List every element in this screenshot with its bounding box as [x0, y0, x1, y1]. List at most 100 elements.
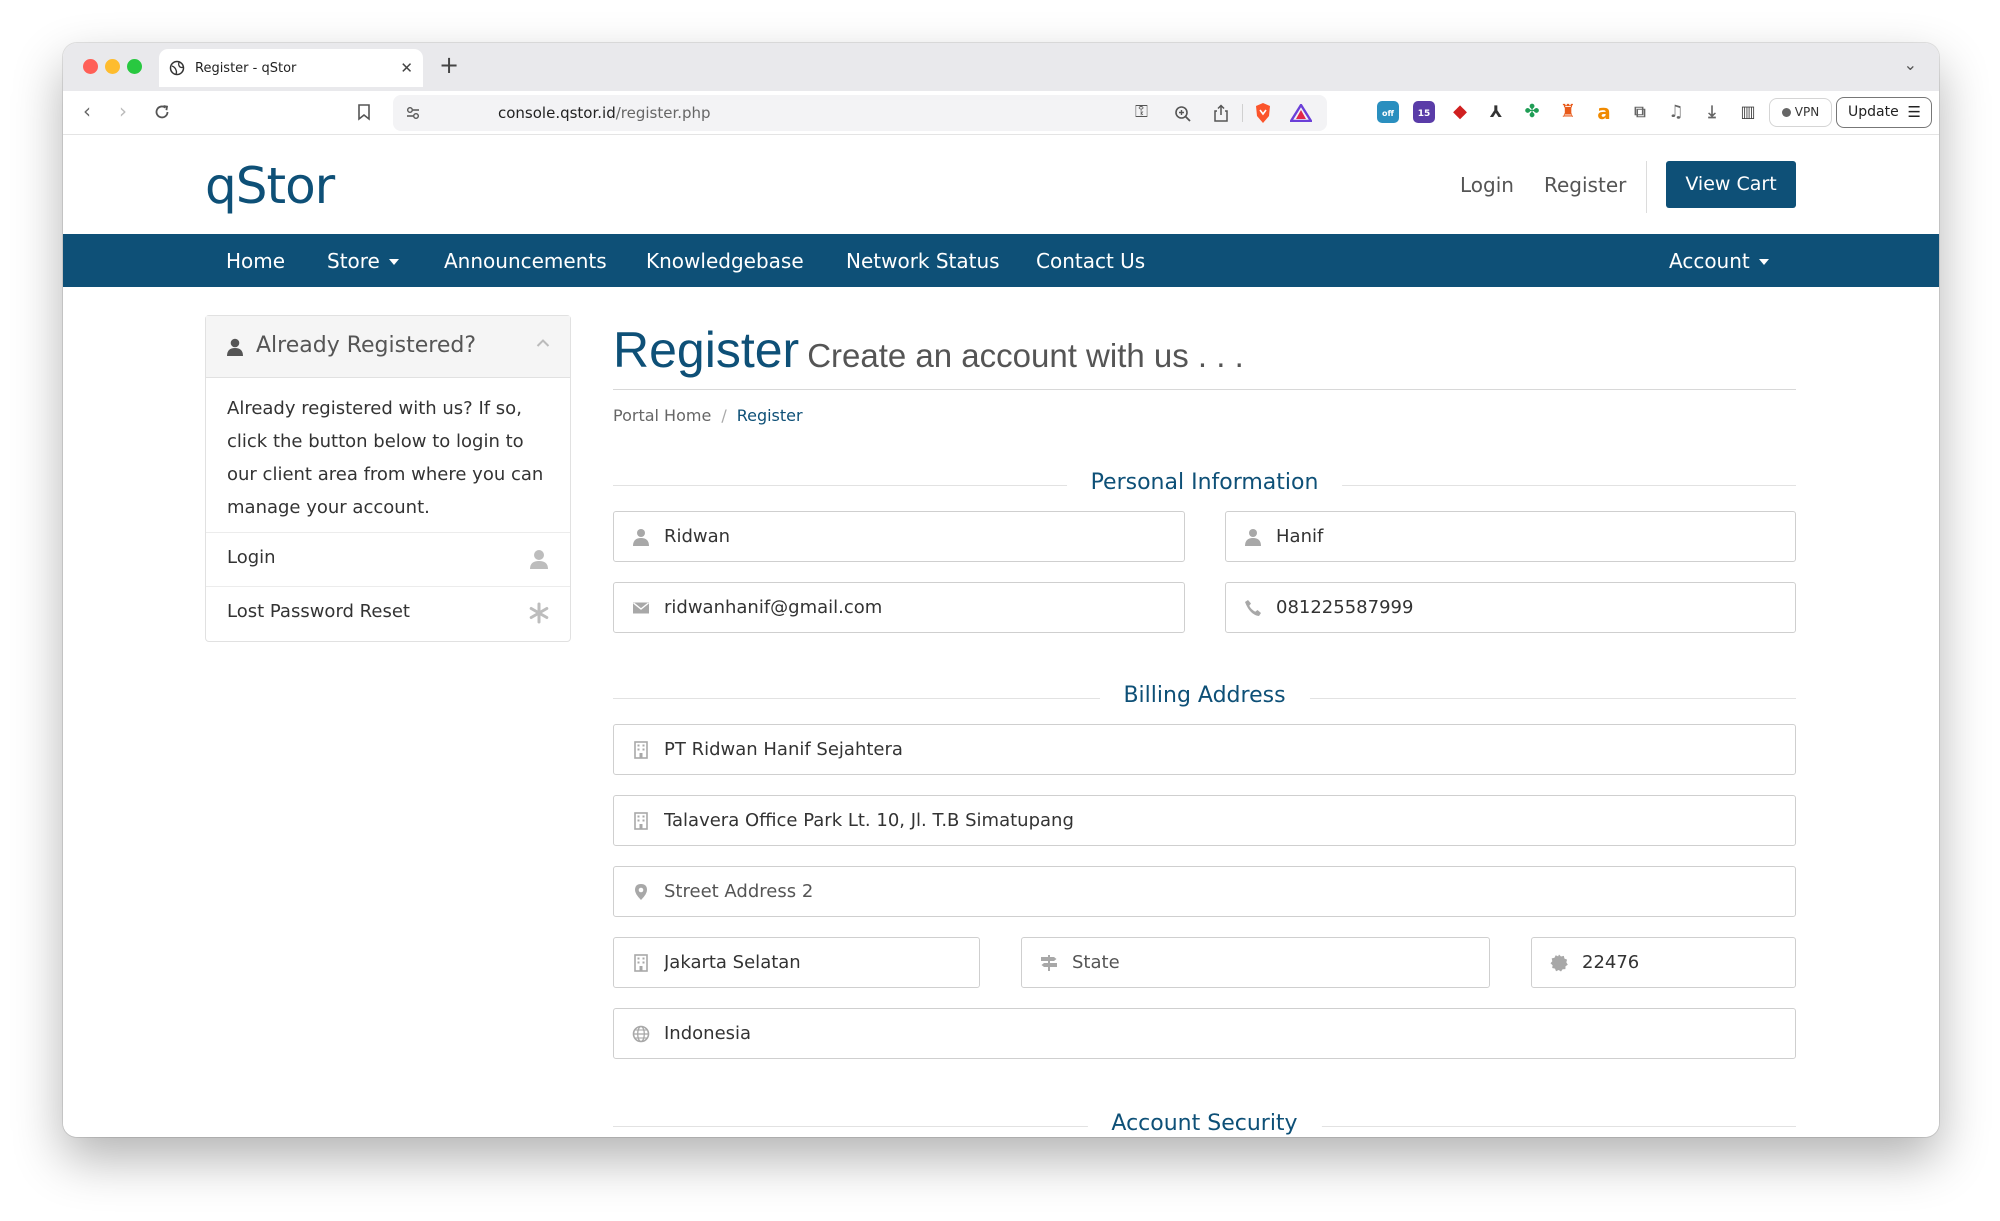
first-name-input[interactable] [664, 512, 1174, 561]
extension-off-label: off [1382, 109, 1394, 118]
extension-off-icon[interactable]: off [1377, 101, 1399, 123]
postcode-field[interactable] [1531, 937, 1796, 988]
header-register-link[interactable]: Register [1544, 173, 1626, 197]
panel-title: Already Registered? [256, 333, 476, 358]
section-personal-information: Personal Information [613, 470, 1796, 500]
vpn-label: VPN [1794, 105, 1820, 119]
nav-network-status[interactable]: Network Status [846, 249, 1000, 273]
tab-bar: Register - qStor ✕ + ⌄ [63, 43, 1939, 91]
media-icon[interactable]: ♫ [1665, 101, 1687, 123]
url-text: console.qstor.id/register.php [498, 104, 711, 122]
nav-knowledgebase[interactable]: Knowledgebase [646, 249, 804, 273]
vpn-button[interactable]: VPN [1769, 98, 1832, 127]
sidebar-toggle-icon[interactable]: ▥ [1737, 101, 1759, 123]
sidebar-lost-password-label: Lost Password Reset [227, 601, 410, 622]
page-title-sub: Create an account with us . . . [807, 337, 1244, 374]
nav-announcements[interactable]: Announcements [444, 249, 607, 273]
tab-list-chevron-icon[interactable]: ⌄ [1904, 55, 1917, 74]
header-divider [1646, 161, 1647, 213]
country-field[interactable] [613, 1008, 1796, 1059]
sidebar-login-link[interactable]: Login [206, 533, 570, 587]
phone-field[interactable] [1225, 582, 1796, 633]
breadcrumb: Portal Home / Register [613, 406, 803, 425]
share-icon[interactable] [1213, 104, 1229, 123]
back-icon[interactable]: ‹ [83, 99, 91, 123]
section-billing-label: Billing Address [1099, 683, 1310, 708]
address2-input[interactable] [664, 867, 1785, 916]
extension-chess-icon[interactable]: ♜ [1557, 101, 1579, 123]
page-title-main: Register [613, 322, 800, 378]
sidebar-login-label: Login [227, 547, 276, 568]
main-navbar: Home Store Announcements Knowledgebase N… [63, 234, 1939, 287]
reload-icon[interactable] [153, 103, 171, 121]
forward-icon[interactable]: › [119, 99, 127, 123]
browser-tab[interactable]: Register - qStor ✕ [159, 49, 423, 87]
globe-icon [632, 1025, 650, 1043]
phone-input[interactable] [1276, 583, 1785, 632]
breadcrumb-register: Register [736, 406, 803, 425]
chevron-up-icon[interactable] [536, 336, 550, 350]
close-tab-icon[interactable]: ✕ [400, 59, 413, 77]
new-tab-button[interactable]: + [439, 51, 459, 79]
breadcrumb-separator: / [721, 406, 727, 425]
nav-home[interactable]: Home [226, 249, 285, 273]
address1-input[interactable] [664, 796, 1785, 845]
extension-badge-icon[interactable]: 15 [1413, 101, 1435, 123]
bookmark-icon[interactable] [357, 103, 371, 121]
extensions-puzzle-icon[interactable]: ⧉ [1629, 101, 1651, 123]
nav-store[interactable]: Store [327, 249, 399, 273]
site-settings-icon[interactable] [405, 105, 421, 121]
extension-amazon-icon[interactable]: a [1593, 101, 1615, 123]
certificate-icon [1550, 954, 1568, 972]
city-field[interactable] [613, 937, 980, 988]
first-name-field[interactable] [613, 511, 1185, 562]
extension-clover-icon[interactable]: ✤ [1521, 101, 1543, 123]
email-input[interactable] [664, 583, 1174, 632]
company-input[interactable] [664, 725, 1785, 774]
view-cart-button[interactable]: View Cart [1666, 161, 1796, 208]
site-logo[interactable]: qStor [205, 157, 335, 215]
header-login-link[interactable]: Login [1460, 173, 1514, 197]
postcode-input[interactable] [1582, 938, 1785, 987]
caret-down-icon [1758, 259, 1769, 265]
download-icon[interactable]: ⤓ [1701, 101, 1723, 123]
nav-account-label: Account [1669, 249, 1750, 273]
last-name-field[interactable] [1225, 511, 1796, 562]
panel-body-text: Already registered with us? If so, click… [206, 378, 570, 533]
sidebar-lost-password-link[interactable]: Lost Password Reset [206, 587, 570, 641]
close-window-button[interactable] [83, 59, 98, 74]
last-name-input[interactable] [1276, 512, 1785, 561]
country-input[interactable] [664, 1009, 1785, 1058]
url-domain: console.qstor.id [498, 104, 616, 122]
web-page: qStor Login Register View Cart Home Stor… [63, 135, 1939, 1137]
page-title: Register Create an account with us . . . [613, 321, 1244, 379]
company-field[interactable] [613, 724, 1796, 775]
nav-contact-us[interactable]: Contact Us [1036, 249, 1145, 273]
browser-toolbar: ‹ › console.qstor.id/register.php ⚿ off … [63, 91, 1939, 135]
user-icon [633, 529, 649, 546]
zoom-window-button[interactable] [127, 59, 142, 74]
zoom-icon[interactable] [1174, 105, 1192, 123]
brave-rewards-icon[interactable] [1290, 104, 1312, 122]
extension-diamond-icon[interactable]: ◆ [1449, 101, 1471, 123]
user-icon [530, 550, 548, 569]
nav-account[interactable]: Account [1669, 249, 1769, 273]
menu-icon: ☰ [1907, 103, 1921, 121]
panel-header[interactable]: Already Registered? [206, 316, 570, 378]
minimize-window-button[interactable] [105, 59, 120, 74]
extension-fork-icon[interactable]: ⅄ [1485, 101, 1507, 123]
key-icon[interactable]: ⚿ [1135, 102, 1148, 122]
brave-shield-icon[interactable] [1253, 102, 1273, 124]
address2-field[interactable] [613, 866, 1796, 917]
state-input[interactable] [1072, 938, 1479, 987]
section-security-label: Account Security [1087, 1111, 1322, 1136]
email-field[interactable] [613, 582, 1185, 633]
address-bar[interactable]: console.qstor.id/register.php ⚿ [393, 95, 1327, 131]
address1-field[interactable] [613, 795, 1796, 846]
section-billing-address: Billing Address [613, 683, 1796, 713]
city-input[interactable] [664, 938, 969, 987]
state-field[interactable] [1021, 937, 1490, 988]
breadcrumb-portal-home[interactable]: Portal Home [613, 406, 711, 425]
update-button[interactable]: Update ☰ [1836, 97, 1932, 128]
phone-icon [1245, 600, 1261, 616]
